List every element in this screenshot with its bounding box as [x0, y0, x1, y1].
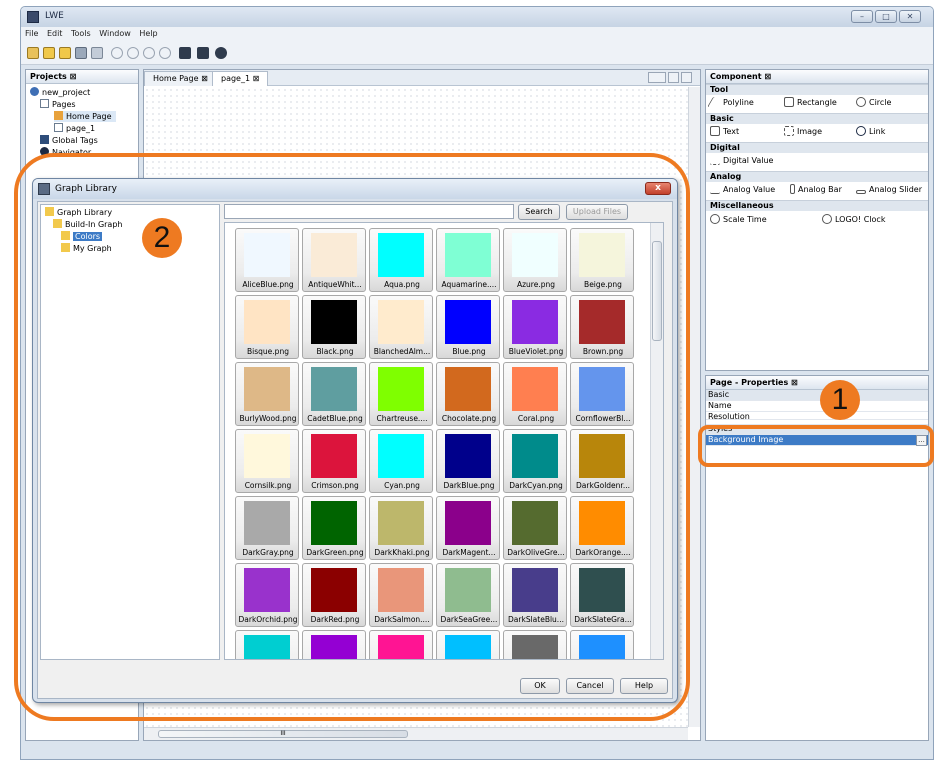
tags-icon [40, 135, 49, 144]
upload-icon[interactable] [197, 47, 209, 59]
home-icon [54, 111, 63, 120]
link-icon [856, 126, 866, 136]
polyline-icon [707, 97, 723, 107]
tab-scroll-icon[interactable] [648, 72, 666, 83]
copy-icon[interactable] [159, 47, 171, 59]
menu-bar: File Edit Tools Window Help [21, 27, 933, 41]
cut-icon[interactable] [143, 47, 155, 59]
h-scroll-thumb[interactable]: III [158, 730, 408, 738]
maximize-editor-icon[interactable] [681, 72, 692, 83]
analog-bar-icon [790, 184, 795, 194]
pages-icon [40, 99, 49, 108]
image-icon [784, 126, 794, 136]
prop-resolution-label: Resolution [706, 412, 928, 420]
clock-icon [710, 214, 720, 224]
callout-1-badge: 1 [820, 380, 860, 420]
open-recent-icon[interactable] [59, 47, 71, 59]
maximize-button[interactable]: □ [875, 10, 897, 23]
component-text[interactable]: Text [710, 126, 739, 138]
callout-1-ring [698, 425, 934, 467]
component-circle[interactable]: Circle [856, 97, 891, 109]
minimize-button[interactable]: – [851, 10, 873, 23]
monitor-icon[interactable] [215, 47, 227, 59]
toolbar [21, 41, 933, 65]
component-logo-clock[interactable]: LOGO! Clock [822, 214, 885, 226]
menu-edit[interactable]: Edit [47, 27, 63, 41]
component-image[interactable]: Image [784, 126, 822, 138]
category-analog[interactable]: Analog [706, 171, 928, 182]
component-scale-time[interactable]: Scale Time [710, 214, 767, 226]
tree-item-pages[interactable]: Pages [40, 99, 76, 110]
text-icon [710, 126, 720, 136]
tab-list-icon[interactable] [668, 72, 679, 83]
canvas-horizontal-scrollbar[interactable]: III [144, 727, 688, 740]
save-icon[interactable] [75, 47, 87, 59]
tab-home-page[interactable]: Home Page ⊠ [144, 71, 217, 86]
circle-icon [856, 97, 866, 107]
prop-group-basic[interactable]: Basic [706, 390, 928, 401]
new-project-icon[interactable] [27, 47, 39, 59]
menu-help[interactable]: Help [139, 27, 157, 41]
callout-2-ring [14, 153, 690, 721]
undo-icon[interactable] [111, 47, 123, 59]
tree-item-global-tags[interactable]: Global Tags [40, 135, 98, 146]
title-bar: LWE – □ ✕ [21, 7, 933, 27]
category-tool[interactable]: Tool [706, 84, 928, 95]
editor-tabbar: Home Page ⊠ page_1 ⊠ [144, 70, 700, 86]
projects-panel-header: Projects ⊠ [26, 70, 138, 84]
component-rectangle[interactable]: Rectangle [784, 97, 837, 109]
properties-panel-header: Page - Properties ⊠ [706, 376, 928, 390]
download-icon[interactable] [179, 47, 191, 59]
app-logo-icon [27, 11, 39, 23]
digital-value-icon [710, 155, 720, 165]
close-window-button[interactable]: ✕ [899, 10, 921, 23]
tree-item-home-page[interactable]: Home Page [54, 111, 116, 122]
component-analog-bar[interactable]: Analog Bar [790, 184, 842, 196]
tree-item-new-project[interactable]: new_project [30, 87, 90, 98]
component-panel-header: Component ⊠ [706, 70, 928, 84]
component-analog-value[interactable]: Analog Value [710, 184, 775, 196]
window-title: LWE [45, 11, 64, 21]
rectangle-icon [784, 97, 794, 107]
category-digital[interactable]: Digital [706, 142, 928, 153]
category-basic[interactable]: Basic [706, 113, 928, 124]
component-digital-value[interactable]: Digital Value [710, 155, 773, 167]
analog-slider-icon [856, 190, 866, 194]
prop-name-label: Name [706, 401, 928, 412]
save-all-icon[interactable] [91, 47, 103, 59]
tab-page-1[interactable]: page_1 ⊠ [212, 71, 269, 86]
redo-icon[interactable] [127, 47, 139, 59]
component-polyline[interactable]: Polyline [707, 97, 754, 109]
logo-clock-icon [822, 214, 832, 224]
category-miscellaneous[interactable]: Miscellaneous [706, 200, 928, 211]
menu-tools[interactable]: Tools [71, 27, 91, 41]
page-icon [54, 123, 63, 132]
component-panel: Component ⊠ Tool Polyline Rectangle Circ… [705, 69, 929, 371]
component-analog-slider[interactable]: Analog Slider [856, 184, 922, 196]
analog-value-icon [710, 184, 720, 194]
component-link[interactable]: Link [856, 126, 885, 138]
project-icon [30, 87, 39, 96]
menu-window[interactable]: Window [99, 27, 131, 41]
menu-file[interactable]: File [25, 27, 38, 41]
tree-item-page-1[interactable]: page_1 [54, 123, 95, 134]
callout-2-badge: 2 [142, 218, 182, 258]
open-folder-icon[interactable] [43, 47, 55, 59]
